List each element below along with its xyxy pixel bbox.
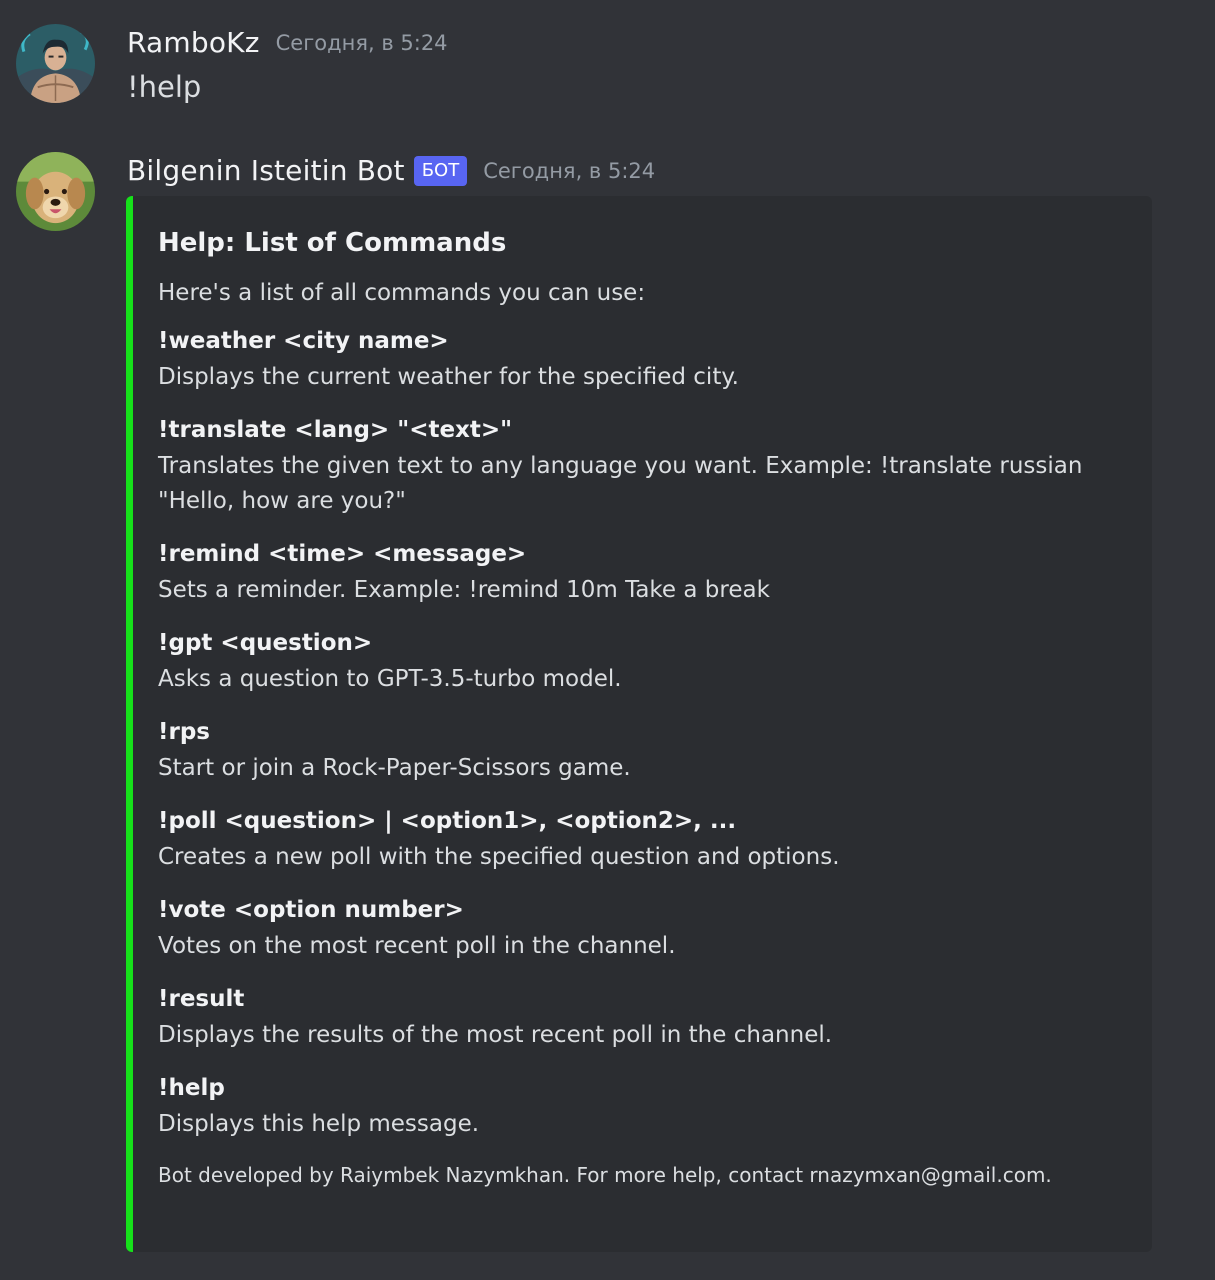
field-value: Displays this help message. <box>158 1111 480 1137</box>
embed-description: Here's a list of all commands you can us… <box>158 280 646 306</box>
field-name: !translate <lang> "<text>" <box>158 417 513 443</box>
field-value: Creates a new poll with the specified qu… <box>158 844 840 870</box>
field-value: Votes on the most recent poll in the cha… <box>158 933 676 959</box>
username[interactable]: RamboKz <box>127 26 260 59</box>
embed-field-translate: !translate <lang> "<text>" Translates th… <box>158 414 1124 519</box>
field-value: Asks a question to GPT-3.5-turbo model. <box>158 666 622 692</box>
field-value: Start or join a Rock-Paper-Scissors game… <box>158 755 631 781</box>
field-value: Displays the current weather for the spe… <box>158 364 739 390</box>
embed-title: Help: List of Commands <box>158 228 507 258</box>
bot-tag-badge: БОТ <box>413 155 468 186</box>
embed-field-help: !help Displays this help message. <box>158 1072 1124 1142</box>
field-value: Displays the results of the most recent … <box>158 1022 833 1048</box>
embed-field-weather: !weather <city name> Displays the curren… <box>158 325 1124 395</box>
field-name: !help <box>158 1075 225 1101</box>
help-embed: Help: List of Commands Here's a list of … <box>126 196 1152 1252</box>
message-content: !help <box>127 70 202 104</box>
golden-retriever-avatar-icon <box>16 152 95 231</box>
field-name: !result <box>158 986 245 1012</box>
bot-avatar[interactable] <box>16 152 95 231</box>
field-value: Sets a reminder. Example: !remind 10m Ta… <box>158 577 770 603</box>
embed-field-poll: !poll <question> | <option1>, <option2>,… <box>158 805 1124 875</box>
embed-field-remind: !remind <time> <message> Sets a reminder… <box>158 538 1124 608</box>
embed-field-vote: !vote <option number> Votes on the most … <box>158 894 1124 964</box>
embed-field-gpt: !gpt <question> Asks a question to GPT-3… <box>158 627 1124 697</box>
embed-field-rps: !rps Start or join a Rock-Paper-Scissors… <box>158 716 1124 786</box>
embed-footer: Bot developed by Raiymbek Nazymkhan. For… <box>158 1163 1052 1187</box>
field-name: !weather <city name> <box>158 328 449 354</box>
field-name: !remind <time> <message> <box>158 541 527 567</box>
user-avatar[interactable] <box>16 24 95 103</box>
bot-username[interactable]: Bilgenin Isteitin Bot <box>127 154 405 187</box>
anime-man-avatar-icon <box>16 24 95 103</box>
field-name: !gpt <question> <box>158 630 373 656</box>
field-value: Translates the given text to any languag… <box>158 453 1083 514</box>
embed-field-result: !result Displays the results of the most… <box>158 983 1124 1053</box>
message-header: RamboKz Сегодня, в 5:24 <box>127 26 448 59</box>
timestamp: Сегодня, в 5:24 <box>483 158 656 183</box>
field-name: !vote <option number> <box>158 897 464 923</box>
field-name: !poll <question> | <option1>, <option2>,… <box>158 808 737 834</box>
timestamp: Сегодня, в 5:24 <box>275 30 448 55</box>
field-name: !rps <box>158 719 210 745</box>
message-header: Bilgenin Isteitin Bot БОТ Сегодня, в 5:2… <box>127 154 655 187</box>
